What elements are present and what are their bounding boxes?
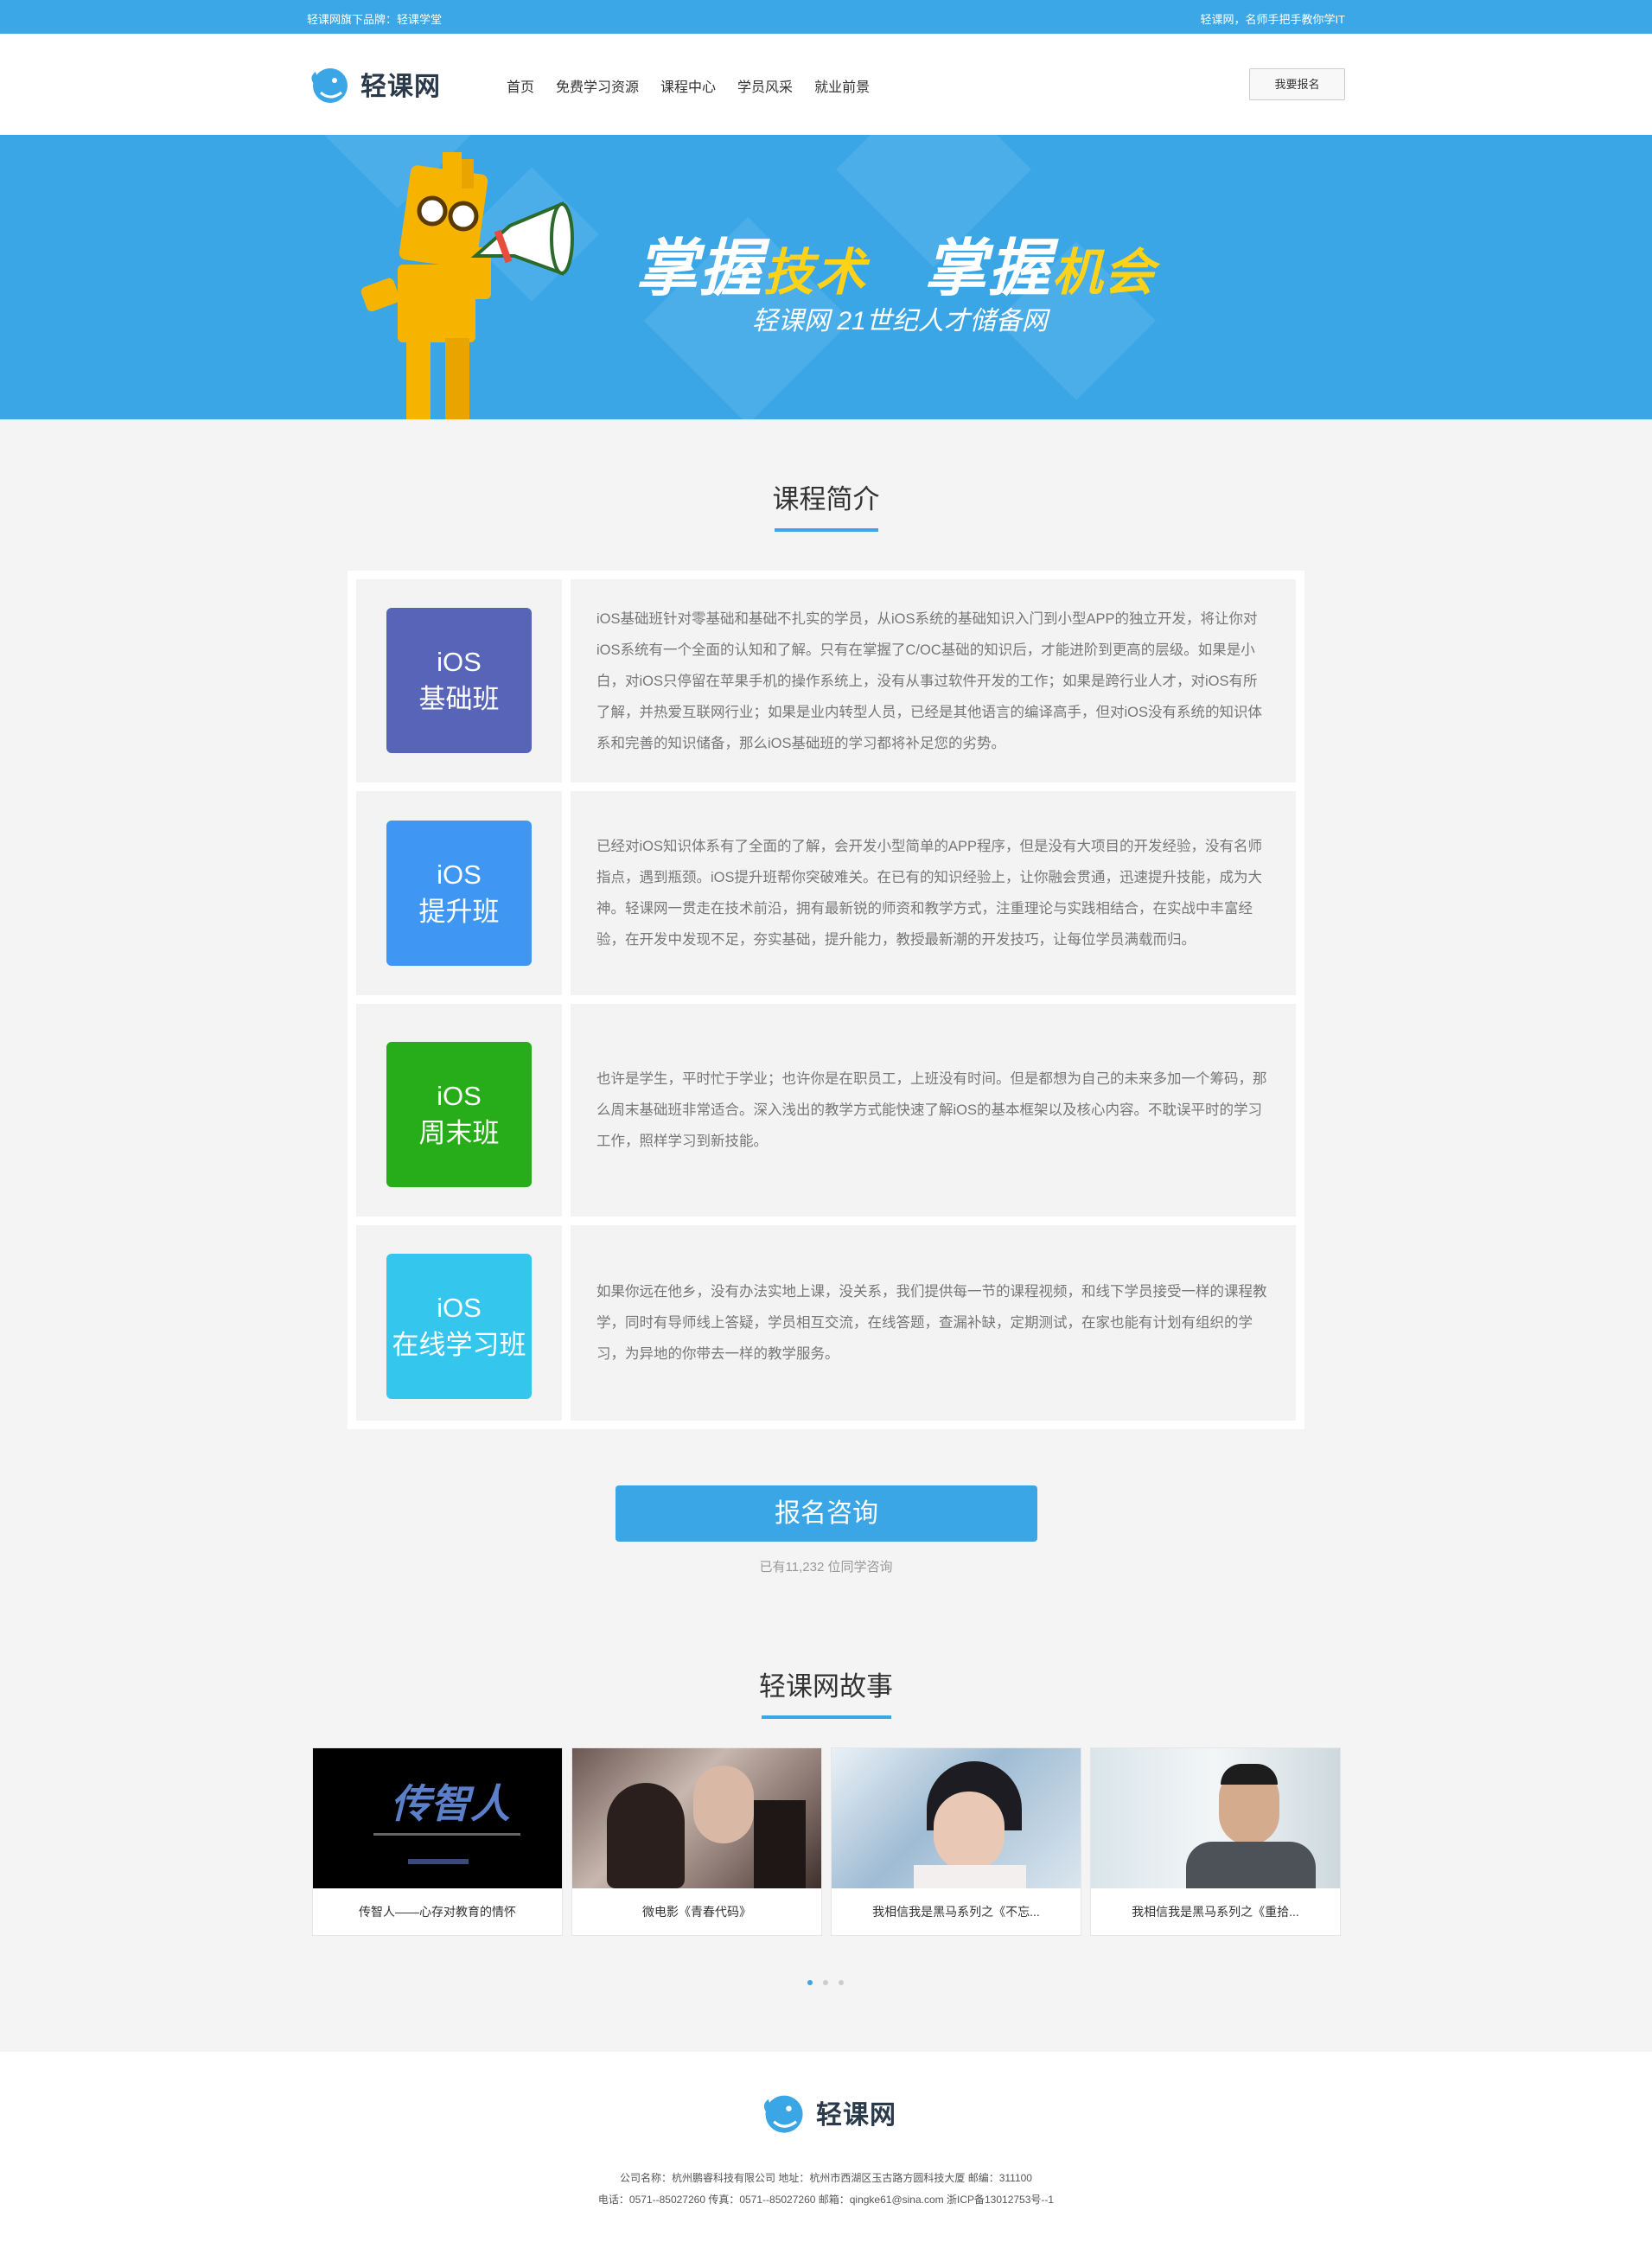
thumbnail-title: 传智人 — [391, 1780, 510, 1827]
section-title-stories: 轻课网故事 — [0, 1664, 1652, 1719]
story-card[interactable]: 我相信我是黑马系列之《不忘... — [831, 1747, 1081, 1936]
badge-line: iOS — [437, 1293, 482, 1323]
carousel-dot[interactable] — [823, 1980, 828, 1985]
course-panel: iOS 基础班 iOS基础班针对零基础和基础不扎实的学员，从iOS系统的基础知识… — [348, 571, 1304, 1429]
course-description: 已经对iOS知识体系有了全面的了解，会开发小型简单的APP程序，但是没有大项目的… — [596, 839, 1263, 948]
course-label-cell: iOS 周末班 — [356, 1004, 562, 1217]
footer-contact-info: 电话：0571--85027260 传真：0571--85027260 邮箱：q… — [597, 2194, 1055, 2206]
course-row: iOS 提升班 已经对iOS知识体系有了全面的了解，会开发小型简单的APP程序，… — [356, 791, 1296, 995]
course-label-cell: iOS 基础班 — [356, 579, 562, 782]
title-underline — [761, 1715, 891, 1719]
section-title-text: 课程简介 — [772, 484, 880, 514]
story-caption: 我相信我是黑马系列之《不忘... — [872, 1905, 1040, 1919]
nav-home[interactable]: 首页 — [507, 75, 534, 96]
photo-figure — [1221, 1764, 1278, 1785]
logo-text: 轻课网 — [816, 2101, 896, 2130]
badge-line: 周末班 — [418, 1118, 500, 1148]
course-description: 也许是学生，平时忙于学业；也许你是在职员工，上班没有时间。但是都想为自己的未来多… — [596, 1071, 1267, 1149]
slogan-part: 技术 — [763, 245, 868, 301]
nav-career[interactable]: 就业前景 — [814, 75, 870, 96]
slogan-part: 机会 — [1052, 245, 1157, 301]
course-badge-basic[interactable]: iOS 基础班 — [386, 608, 532, 753]
course-badge-online[interactable]: iOS 在线学习班 — [386, 1254, 532, 1399]
slogan-part: 掌握 — [924, 234, 1053, 303]
course-badge-weekend[interactable]: iOS 周末班 — [386, 1042, 532, 1187]
story-thumbnail — [832, 1748, 1081, 1888]
carousel-dots — [807, 1980, 854, 1985]
badge-line: 在线学习班 — [392, 1330, 526, 1360]
logo-text: 轻课网 — [360, 73, 441, 101]
nav-students[interactable]: 学员风采 — [737, 75, 793, 96]
photo-figure — [754, 1800, 806, 1888]
thumbnail-caption-line — [373, 1833, 520, 1836]
brand-note: 轻课网旗下品牌：轻课学堂 — [307, 13, 443, 26]
story-card[interactable]: 我相信我是黑马系列之《重拾... — [1090, 1747, 1341, 1936]
photo-figure — [914, 1865, 1026, 1888]
hero-banner: 掌握技术 掌握机会 轻课网 21世纪人才储备网 — [0, 135, 1652, 419]
site-footer: 轻课网 公司名称：杭州鹏睿科技有限公司 地址：杭州市西湖区玉古路方圆科技大厦 邮… — [0, 2052, 1652, 2242]
course-desc-cell: iOS基础班针对零基础和基础不扎实的学员，从iOS系统的基础知识入门到小型APP… — [571, 579, 1296, 782]
course-description: 如果你远在他乡，没有办法实地上课，没关系，我们提供每一节的课程视频，和线下学员接… — [596, 1284, 1267, 1362]
photo-figure — [693, 1766, 754, 1843]
slogan-note: 轻课网，名师手把手教你学IT — [1200, 13, 1345, 26]
course-row: iOS 基础班 iOS基础班针对零基础和基础不扎实的学员，从iOS系统的基础知识… — [356, 579, 1296, 782]
badge-line: 提升班 — [418, 897, 500, 927]
nav-free-resources[interactable]: 免费学习资源 — [556, 75, 639, 96]
photo-figure — [934, 1792, 1005, 1871]
consult-button[interactable]: 报名咨询 — [616, 1485, 1037, 1542]
course-row: iOS 周末班 也许是学生，平时忙于学业；也许你是在职员工，上班没有时间。但是都… — [356, 1004, 1296, 1217]
top-strip: 轻课网旗下品牌：轻课学堂 轻课网，名师手把手教你学IT — [0, 0, 1652, 34]
course-description: iOS基础班针对零基础和基础不扎实的学员，从iOS系统的基础知识入门到小型APP… — [596, 610, 1263, 751]
site-logo[interactable]: 轻课网 — [307, 58, 441, 110]
bird-logo-icon — [763, 2095, 803, 2133]
course-label-cell: iOS 在线学习班 — [356, 1225, 562, 1421]
story-caption: 传智人——心存对教育的情怀 — [359, 1905, 516, 1919]
banner-slogan: 掌握技术 掌握机会 — [635, 217, 1156, 308]
course-desc-cell: 也许是学生，平时忙于学业；也许你是在职员工，上班没有时间。但是都想为自己的未来多… — [571, 1004, 1296, 1217]
mascot-illustration — [360, 152, 574, 419]
photo-figure — [607, 1783, 685, 1888]
course-label-cell: iOS 提升班 — [356, 791, 562, 995]
story-card[interactable]: 微电影《青春代码》 — [571, 1747, 822, 1936]
story-caption: 我相信我是黑马系列之《重拾... — [1132, 1905, 1299, 1919]
course-badge-advanced[interactable]: iOS 提升班 — [386, 821, 532, 966]
story-card[interactable]: 传智人 传智人——心存对教育的情怀 — [312, 1747, 563, 1936]
slogan-part: 掌握 — [635, 234, 764, 303]
carousel-dot[interactable] — [839, 1980, 844, 1985]
badge-line: iOS — [437, 647, 482, 677]
signup-button[interactable]: 我要报名 — [1249, 68, 1345, 100]
banner-subtitle: 轻课网 21世纪人才储备网 — [752, 307, 1048, 335]
section-title-text: 轻课网故事 — [759, 1671, 893, 1702]
badge-line: iOS — [437, 1081, 482, 1111]
carousel-dot-active[interactable] — [807, 1980, 813, 1985]
title-underline — [774, 528, 878, 532]
course-row: iOS 在线学习班 如果你远在他乡，没有办法实地上课，没关系，我们提供每一节的课… — [356, 1225, 1296, 1421]
story-thumbnail: 传智人 — [313, 1748, 562, 1888]
section-title-intro: 课程简介 — [0, 477, 1652, 532]
consult-count: 已有11,232 位同学咨询 — [759, 1560, 893, 1575]
bird-logo-icon — [311, 68, 348, 103]
course-desc-cell: 如果你远在他乡，没有办法实地上课，没关系，我们提供每一节的课程视频，和线下学员接… — [571, 1225, 1296, 1421]
story-thumbnail — [1091, 1748, 1340, 1888]
thumbnail-logo-mark — [408, 1859, 469, 1864]
course-desc-cell: 已经对iOS知识体系有了全面的了解，会开发小型简单的APP程序，但是没有大项目的… — [571, 791, 1296, 995]
footer-logo: 轻课网 — [759, 2088, 896, 2137]
footer-company-info: 公司名称：杭州鹏睿科技有限公司 地址：杭州市西湖区玉古路方圆科技大厦 邮编：31… — [620, 2172, 1032, 2184]
story-caption: 微电影《青春代码》 — [642, 1905, 751, 1919]
site-header: 轻课网 首页 免费学习资源 课程中心 学员风采 就业前景 我要报名 — [0, 34, 1652, 135]
main-nav: 首页 免费学习资源 课程中心 学员风采 就业前景 — [507, 75, 891, 96]
nav-courses[interactable]: 课程中心 — [660, 75, 716, 96]
story-thumbnail — [572, 1748, 821, 1888]
badge-line: 基础班 — [418, 684, 500, 714]
badge-line: iOS — [437, 859, 482, 890]
photo-figure — [1186, 1842, 1316, 1888]
